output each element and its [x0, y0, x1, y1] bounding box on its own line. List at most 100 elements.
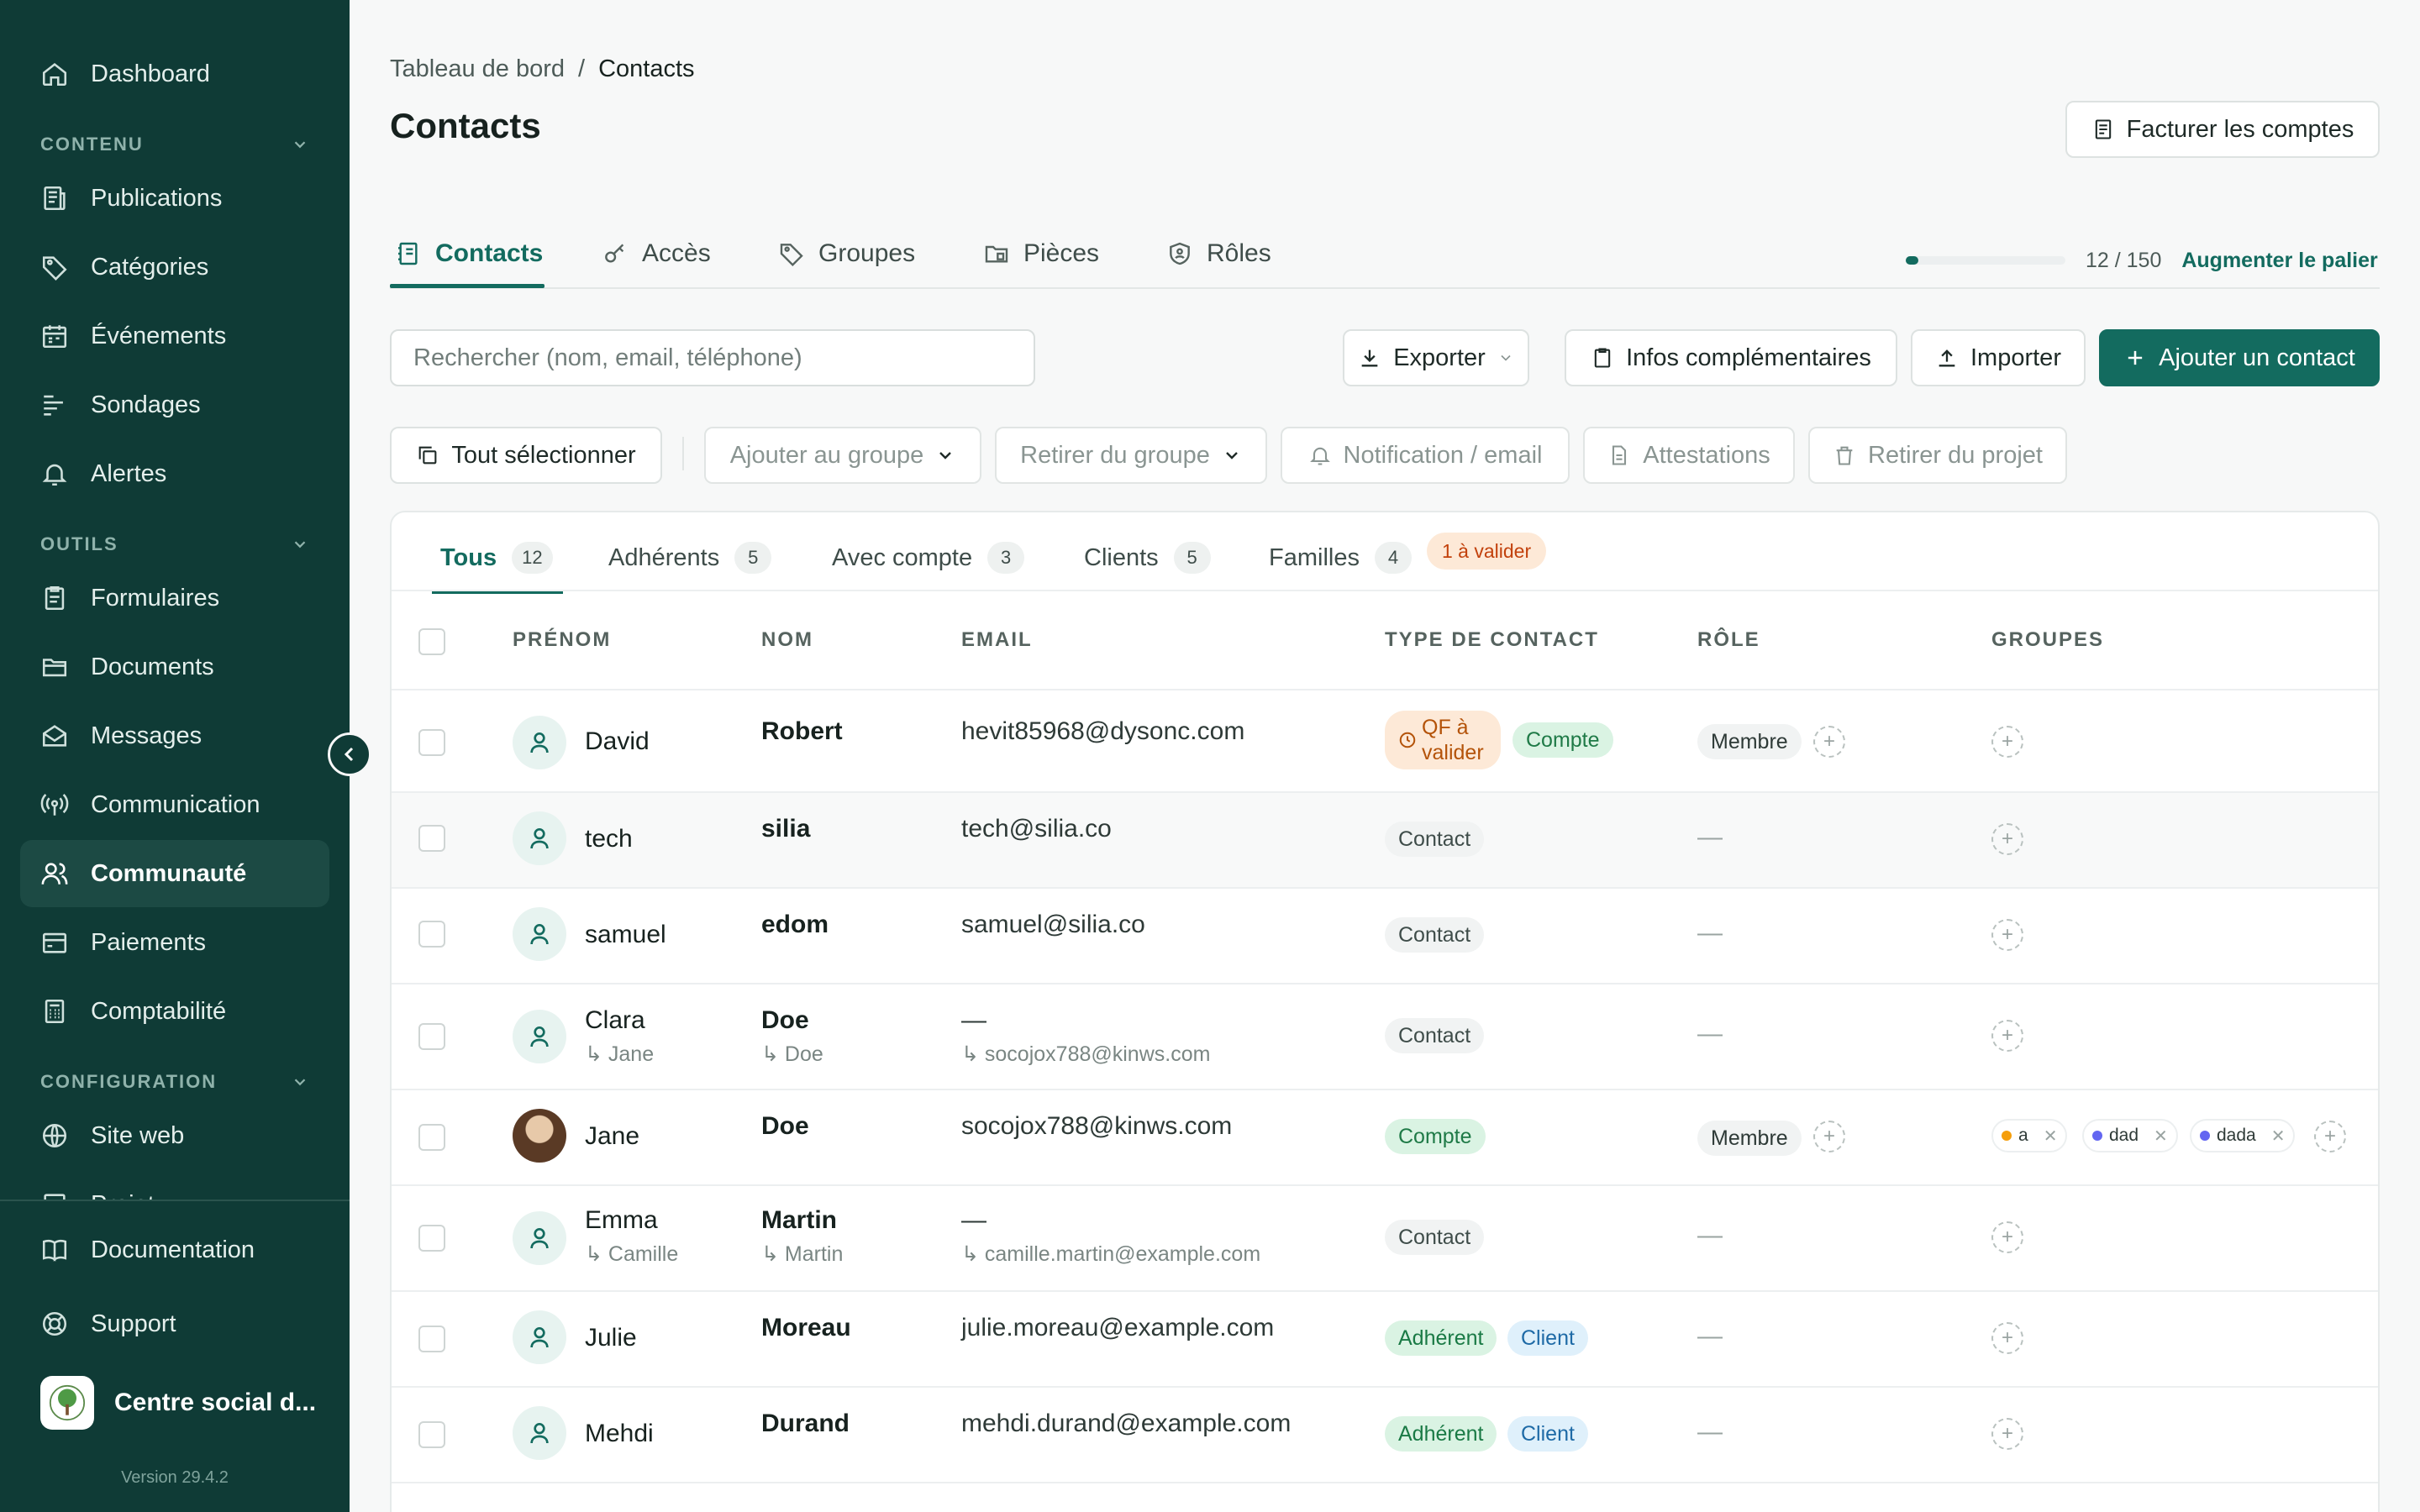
add-group-button[interactable]: +: [1991, 1020, 2023, 1052]
add-to-group-dropdown[interactable]: Ajouter au groupe: [704, 427, 981, 484]
avatar: [513, 1010, 566, 1063]
filter-label: Adhérents: [608, 543, 720, 571]
add-group-button[interactable]: +: [1991, 823, 2023, 855]
import-button[interactable]: Importer: [1911, 329, 2086, 386]
add-role-button[interactable]: +: [1813, 726, 1845, 758]
sidebar-item-messages[interactable]: Messages: [20, 702, 329, 769]
row-checkbox[interactable]: [418, 729, 445, 756]
remove-group-icon[interactable]: ✕: [2044, 1126, 2058, 1147]
row-checkbox[interactable]: [418, 825, 445, 852]
filter-tab-clients[interactable]: Clients 5: [1084, 533, 1211, 583]
group-tag[interactable]: a ✕: [1991, 1119, 2068, 1152]
tab-contacts[interactable]: Contacts: [395, 220, 543, 287]
sidebar-item-communication[interactable]: Communication: [20, 771, 329, 838]
additional-info-button[interactable]: Infos complémentaires: [1565, 329, 1897, 386]
select-all-checkbox[interactable]: [418, 628, 445, 655]
notification-email-button[interactable]: Notification / email: [1281, 427, 1570, 484]
attestations-button[interactable]: Attestations: [1583, 427, 1795, 484]
sidebar-section-outils[interactable]: OUTILS: [40, 528, 309, 561]
tab-roles[interactable]: Rôles: [1166, 220, 1271, 287]
add-group-button[interactable]: +: [1991, 1322, 2023, 1354]
sidebar-item-projet[interactable]: Projet: [20, 1171, 329, 1200]
table-row[interactable]: Emma ↳ Camille Martin ↳ Martin — ↳ camil…: [392, 1186, 2378, 1290]
remove-group-icon[interactable]: ✕: [2154, 1126, 2168, 1147]
add-group-button[interactable]: +: [1991, 1221, 2023, 1253]
sidebar-item-formulaires[interactable]: Formulaires: [20, 564, 329, 632]
users-icon: [41, 863, 68, 885]
table-row[interactable]: Jane Doe socojox788@kinws.com Compte Mem…: [392, 1090, 2378, 1184]
book-icon: [42, 1239, 67, 1262]
organization-switcher[interactable]: Centre social d...: [40, 1374, 326, 1431]
avatar: [513, 1310, 566, 1364]
table-row[interactable]: Julie Moreau julie.moreau@example.com Ad…: [392, 1292, 2378, 1386]
add-group-button[interactable]: +: [1991, 1418, 2023, 1450]
filter-label: Familles: [1269, 543, 1360, 571]
table-row[interactable]: Mehdi Durand mehdi.durand@example.com Ad…: [392, 1388, 2378, 1482]
breadcrumb-parent-link[interactable]: Tableau de bord: [390, 55, 565, 83]
tab-acces[interactable]: Accès: [602, 220, 711, 287]
avatar: [513, 1406, 566, 1460]
table-row[interactable]: samuel edom samuel@silia.co Contact — +: [392, 889, 2378, 983]
column-header-role[interactable]: RÔLE: [1697, 628, 1760, 652]
select-all-button[interactable]: Tout sélectionner: [390, 427, 662, 484]
invoice-accounts-button[interactable]: Facturer les comptes: [2065, 101, 2380, 158]
group-tag[interactable]: dada ✕: [2190, 1119, 2296, 1152]
column-header-nom[interactable]: NOM: [761, 628, 813, 652]
table-row[interactable]: tech silia tech@silia.co Contact — +: [392, 793, 2378, 887]
search-input[interactable]: [390, 329, 1035, 386]
add-group-button[interactable]: +: [2314, 1121, 2346, 1152]
remove-from-group-dropdown[interactable]: Retirer du groupe: [995, 427, 1267, 484]
column-header-prenom[interactable]: PRÉNOM: [513, 628, 611, 652]
group-tag[interactable]: dad ✕: [2082, 1119, 2178, 1152]
column-header-email[interactable]: EMAIL: [961, 628, 1033, 652]
sidebar-item-support[interactable]: Support: [20, 1290, 329, 1357]
row-checkbox[interactable]: [418, 1124, 445, 1151]
row-checkbox[interactable]: [418, 1225, 445, 1252]
tab-groupes[interactable]: Groupes: [778, 220, 915, 287]
filter-tab-tous[interactable]: Tous 12: [440, 533, 553, 583]
remove-group-icon[interactable]: ✕: [2271, 1126, 2286, 1147]
filter-label: Avec compte: [832, 543, 973, 571]
row-checkbox[interactable]: [418, 1421, 445, 1448]
sidebar-section-configuration[interactable]: CONFIGURATION: [40, 1065, 309, 1099]
sidebar-item-label: Documentation: [91, 1236, 255, 1263]
row-checkbox[interactable]: [418, 921, 445, 948]
sidebar-item-categories[interactable]: Catégories: [20, 234, 329, 301]
sidebar-item-alertes[interactable]: Alertes: [20, 440, 329, 507]
sidebar-item-comptabilite[interactable]: Comptabilité: [20, 978, 329, 1045]
row-checkbox[interactable]: [418, 1326, 445, 1352]
table-row[interactable]: Clara ↳ Jane Doe ↳ Doe — ↳ socojox788@ki…: [392, 984, 2378, 1089]
contact-type-badge: Adhérent: [1385, 1320, 1497, 1356]
sidebar-item-paiements[interactable]: Paiements: [20, 909, 329, 976]
sidebar-item-site-web[interactable]: Site web: [20, 1102, 329, 1169]
upgrade-tier-link[interactable]: Augmenter le palier: [2181, 249, 2377, 273]
filter-tab-familles[interactable]: Familles 4: [1269, 533, 1412, 583]
column-header-type[interactable]: TYPE DE CONTACT: [1385, 628, 1599, 652]
sidebar-collapse-button[interactable]: [328, 732, 371, 776]
row-checkbox[interactable]: [418, 1023, 445, 1050]
add-group-button[interactable]: +: [1991, 726, 2023, 758]
remove-from-project-button[interactable]: Retirer du projet: [1808, 427, 2067, 484]
sidebar-item-evenements[interactable]: Événements: [20, 302, 329, 370]
sidebar-item-dashboard[interactable]: Dashboard: [20, 40, 329, 108]
filter-tab-adherents[interactable]: Adhérents 5: [608, 533, 772, 583]
sidebar-item-publications[interactable]: Publications: [20, 165, 329, 232]
sidebar-item-documents[interactable]: Documents: [20, 633, 329, 701]
filter-divider: [392, 590, 2378, 591]
filter-tab-avec-compte[interactable]: Avec compte 3: [832, 533, 1025, 583]
sidebar-item-communaute[interactable]: Communauté: [20, 840, 329, 907]
sidebar-item-sondages[interactable]: Sondages: [20, 371, 329, 438]
user-icon: [530, 828, 549, 849]
add-role-button[interactable]: +: [1813, 1121, 1845, 1152]
add-contact-button[interactable]: Ajouter un contact: [2099, 329, 2380, 386]
export-button[interactable]: Exporter: [1343, 329, 1529, 386]
column-header-groupes[interactable]: GROUPES: [1991, 628, 2104, 652]
tab-pieces[interactable]: Pièces: [983, 220, 1099, 287]
qf-pending-badge[interactable]: QF à valider: [1385, 711, 1501, 769]
pending-validation-badge[interactable]: 1 à valider: [1427, 533, 1547, 570]
add-group-button[interactable]: +: [1991, 919, 2023, 951]
sidebar-item-documentation[interactable]: Documentation: [20, 1216, 329, 1284]
contact-email: samuel@silia.co: [961, 911, 1145, 938]
sidebar-section-contenu[interactable]: CONTENU: [40, 128, 309, 161]
table-row[interactable]: David Robert hevit85968@dysonc.com QF à …: [392, 690, 2378, 791]
